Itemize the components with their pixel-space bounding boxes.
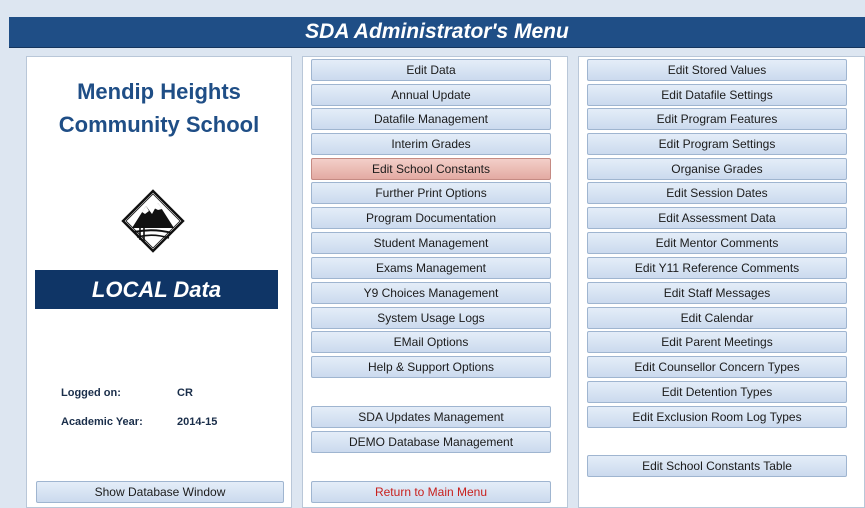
edit-school-constants-table-button[interactable]: Edit School Constants Table: [587, 455, 847, 477]
interim-grades-button[interactable]: Interim Grades: [311, 133, 551, 155]
edit-program-settings-button[interactable]: Edit Program Settings: [587, 133, 847, 155]
data-source-banner: LOCAL Data: [35, 270, 278, 309]
edit-calendar-button[interactable]: Edit Calendar: [587, 307, 847, 329]
datafile-management-button[interactable]: Datafile Management: [311, 108, 551, 130]
edit-program-features-button[interactable]: Edit Program Features: [587, 108, 847, 130]
edit-datafile-settings-button[interactable]: Edit Datafile Settings: [587, 84, 847, 106]
exams-management-button[interactable]: Exams Management: [311, 257, 551, 279]
edit-stored-values-button[interactable]: Edit Stored Values: [587, 59, 847, 81]
window-title: SDA Administrator's Menu: [9, 17, 865, 48]
email-options-button[interactable]: EMail Options: [311, 331, 551, 353]
academic-year-value: 2014-15: [177, 416, 218, 428]
edit-y11-reference-comments-button[interactable]: Edit Y11 Reference Comments: [587, 257, 847, 279]
school-info-panel: Mendip Heights Community School LOCAL Da…: [26, 56, 292, 508]
y9-choices-management-button[interactable]: Y9 Choices Management: [311, 282, 551, 304]
demo-database-management-button[interactable]: DEMO Database Management: [311, 431, 551, 453]
annual-update-button[interactable]: Annual Update: [311, 84, 551, 106]
edit-data-button[interactable]: Edit Data: [311, 59, 551, 81]
logged-on-value: CR: [177, 387, 193, 399]
school-name: Mendip Heights Community School: [58, 79, 260, 137]
help-support-options-button[interactable]: Help & Support Options: [311, 356, 551, 378]
edit-mentor-comments-button[interactable]: Edit Mentor Comments: [587, 232, 847, 254]
show-database-window-button[interactable]: Show Database Window: [36, 481, 284, 503]
edit-parent-meetings-button[interactable]: Edit Parent Meetings: [587, 331, 847, 353]
edit-counsellor-concern-types-button[interactable]: Edit Counsellor Concern Types: [587, 356, 847, 378]
further-print-options-button[interactable]: Further Print Options: [311, 182, 551, 204]
organise-grades-button[interactable]: Organise Grades: [587, 158, 847, 180]
return-to-main-menu-button[interactable]: Return to Main Menu: [311, 481, 551, 503]
system-usage-logs-button[interactable]: System Usage Logs: [311, 307, 551, 329]
edit-options-panel: Edit Stored Values Edit Datafile Setting…: [578, 56, 865, 508]
logged-on-label: Logged on:: [61, 387, 121, 399]
edit-staff-messages-button[interactable]: Edit Staff Messages: [587, 282, 847, 304]
academic-year-label: Academic Year:: [61, 416, 143, 428]
mountain-logo-icon: [121, 189, 185, 253]
admin-menu-panel: Edit Data Annual Update Datafile Managem…: [302, 56, 568, 508]
edit-session-dates-button[interactable]: Edit Session Dates: [587, 182, 847, 204]
program-documentation-button[interactable]: Program Documentation: [311, 207, 551, 229]
edit-detention-types-button[interactable]: Edit Detention Types: [587, 381, 847, 403]
sda-updates-management-button[interactable]: SDA Updates Management: [311, 406, 551, 428]
edit-school-constants-button[interactable]: Edit School Constants: [311, 158, 551, 180]
student-management-button[interactable]: Student Management: [311, 232, 551, 254]
edit-assessment-data-button[interactable]: Edit Assessment Data: [587, 207, 847, 229]
edit-exclusion-room-log-types-button[interactable]: Edit Exclusion Room Log Types: [587, 406, 847, 428]
